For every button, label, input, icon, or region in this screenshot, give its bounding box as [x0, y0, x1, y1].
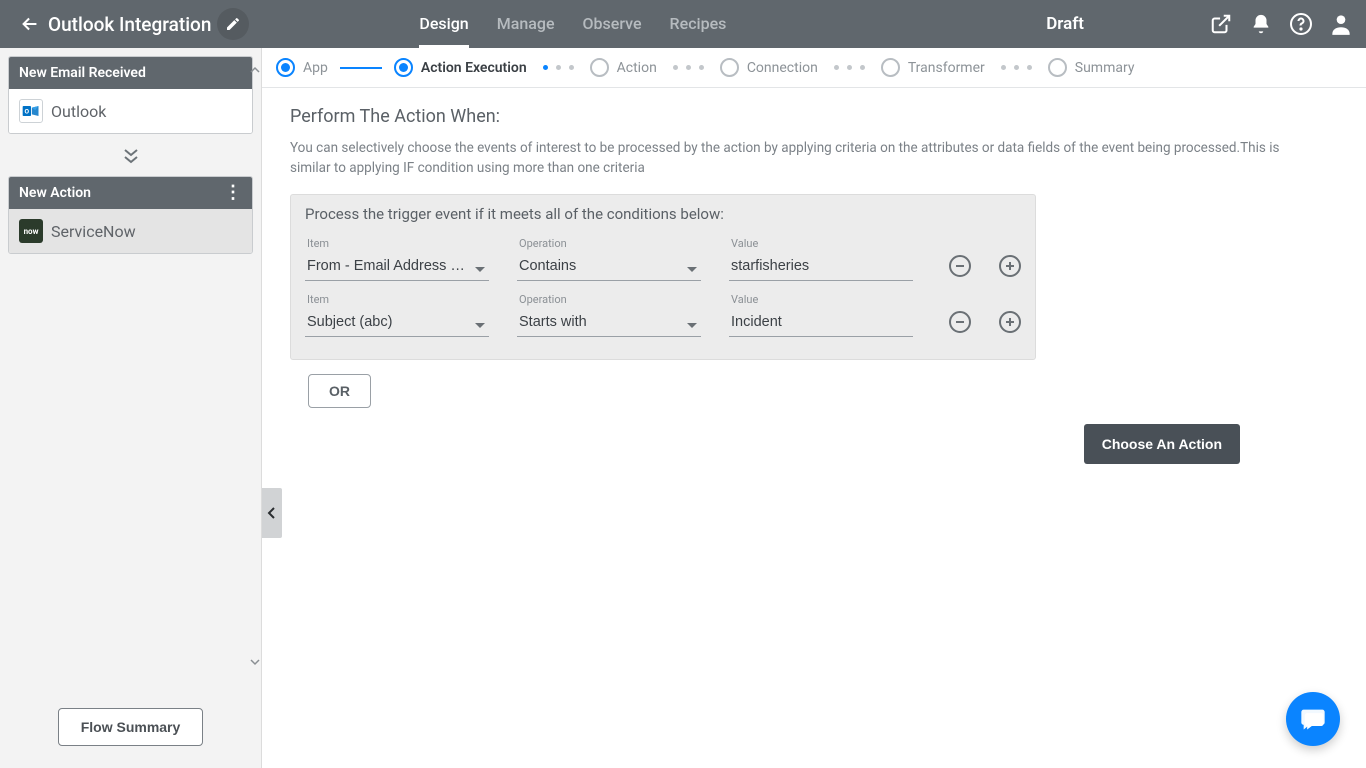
stepper-dots [543, 65, 574, 70]
user-icon[interactable] [1328, 11, 1354, 37]
status-label: Draft [1046, 14, 1084, 34]
choose-action-button[interactable]: Choose An Action [1084, 424, 1240, 464]
choose-action-wrap: Choose An Action [290, 424, 1240, 464]
step-connection-indicator [720, 58, 739, 77]
step-summary-label: Summary [1075, 60, 1135, 76]
step-connection-label: Connection [747, 60, 818, 76]
flow-summary-button[interactable]: Flow Summary [58, 708, 204, 746]
topbar-right: Draft [1046, 11, 1354, 37]
step-summary[interactable]: Summary [1048, 58, 1135, 77]
step-action-execution-label: Action Execution [421, 60, 527, 76]
edit-title-button[interactable] [217, 8, 249, 40]
panel-title: Perform The Action When: [290, 106, 1338, 127]
condition-item-field: Item From - Email Address … [305, 237, 489, 281]
step-transformer-indicator [881, 58, 900, 77]
action-app-label: ServiceNow [51, 222, 136, 241]
condition-value-input[interactable] [729, 308, 913, 337]
panel-description: You can selectively choose the events of… [290, 139, 1320, 178]
outlook-icon: O [19, 99, 43, 123]
condition-item-field: Item Subject (abc) [305, 293, 489, 337]
sidebar: New Email Received O Outlook New Action … [0, 48, 262, 768]
scroll-down-icon[interactable] [250, 652, 260, 662]
stepper-connector [340, 67, 382, 69]
add-condition-button[interactable] [999, 255, 1021, 277]
sidebar-footer: Flow Summary [0, 694, 261, 768]
action-card: New Action ⋮ now ServiceNow [8, 176, 253, 254]
tab-recipes[interactable]: Recipes [670, 14, 727, 48]
condition-item-select[interactable]: Subject (abc) [305, 308, 489, 337]
step-app-indicator [276, 58, 295, 77]
step-connection[interactable]: Connection [720, 58, 818, 77]
condition-value-field: Value [729, 293, 913, 337]
open-external-icon[interactable] [1208, 11, 1234, 37]
step-action-indicator [590, 58, 609, 77]
chat-fab[interactable] [1286, 692, 1340, 746]
scroll-up-icon[interactable] [250, 60, 260, 70]
step-app[interactable]: App [276, 58, 328, 77]
back-icon[interactable] [18, 12, 42, 36]
top-tabs: Design Manage Observe Recipes [419, 0, 726, 48]
item-label: Item [305, 237, 489, 250]
value-label: Value [729, 293, 913, 306]
condition-row-actions [949, 311, 1021, 337]
condition-operation-field: Operation Starts with [517, 293, 701, 337]
item-label: Item [305, 293, 489, 306]
conditions-heading: Process the trigger event if it meets al… [305, 205, 1021, 223]
add-condition-button[interactable] [999, 311, 1021, 333]
step-transformer-label: Transformer [908, 60, 985, 76]
condition-operation-select[interactable]: Contains [517, 252, 701, 281]
step-action-execution[interactable]: Action Execution [394, 58, 527, 77]
or-button[interactable]: OR [308, 374, 371, 408]
step-summary-indicator [1048, 58, 1067, 77]
bell-icon[interactable] [1248, 11, 1274, 37]
condition-value-input[interactable] [729, 252, 913, 281]
condition-row-actions [949, 255, 1021, 281]
step-app-label: App [303, 60, 328, 76]
tab-design[interactable]: Design [419, 14, 468, 48]
flow-connector-icon [8, 142, 253, 176]
condition-item-select[interactable]: From - Email Address … [305, 252, 489, 281]
collapse-sidebar-button[interactable] [262, 488, 282, 538]
operation-label: Operation [517, 237, 701, 250]
value-label: Value [729, 237, 913, 250]
condition-row: Item Subject (abc) Operation Starts with… [305, 285, 1021, 341]
step-transformer[interactable]: Transformer [881, 58, 985, 77]
trigger-app-label: Outlook [51, 102, 106, 121]
condition-operation-field: Operation Contains [517, 237, 701, 281]
trigger-card-header: New Email Received [9, 57, 252, 89]
action-card-title: New Action [19, 185, 91, 201]
trigger-card-title: New Email Received [19, 65, 146, 81]
page-title: Outlook Integration [48, 13, 211, 36]
stepper-dots [1001, 65, 1032, 70]
remove-condition-button[interactable] [949, 311, 971, 333]
conditions-box: Process the trigger event if it meets al… [290, 194, 1036, 360]
help-icon[interactable] [1288, 11, 1314, 37]
tab-manage[interactable]: Manage [497, 14, 555, 48]
stepper-dots [834, 65, 865, 70]
condition-row: Item From - Email Address … Operation Co… [305, 229, 1021, 285]
svg-text:O: O [25, 108, 30, 116]
operation-label: Operation [517, 293, 701, 306]
condition-operation-select[interactable]: Starts with [517, 308, 701, 337]
step-action[interactable]: Action [590, 58, 657, 77]
step-action-label: Action [617, 60, 657, 76]
condition-value-field: Value [729, 237, 913, 281]
trigger-card: New Email Received O Outlook [8, 56, 253, 134]
stepper: App Action Execution Action Connection T… [262, 48, 1366, 88]
action-card-header: New Action ⋮ [9, 177, 252, 209]
config-panel: Perform The Action When: You can selecti… [262, 88, 1366, 482]
servicenow-icon: now [19, 219, 43, 243]
sidebar-scroll: New Email Received O Outlook New Action … [0, 48, 261, 694]
topbar: Outlook Integration Design Manage Observ… [0, 0, 1366, 48]
remove-condition-button[interactable] [949, 255, 971, 277]
step-action-execution-indicator [394, 58, 413, 77]
tab-observe[interactable]: Observe [583, 14, 642, 48]
stepper-dots [673, 65, 704, 70]
trigger-app-row[interactable]: O Outlook [9, 89, 252, 133]
action-app-row[interactable]: now ServiceNow [9, 209, 252, 253]
content-area: App Action Execution Action Connection T… [262, 48, 1366, 768]
